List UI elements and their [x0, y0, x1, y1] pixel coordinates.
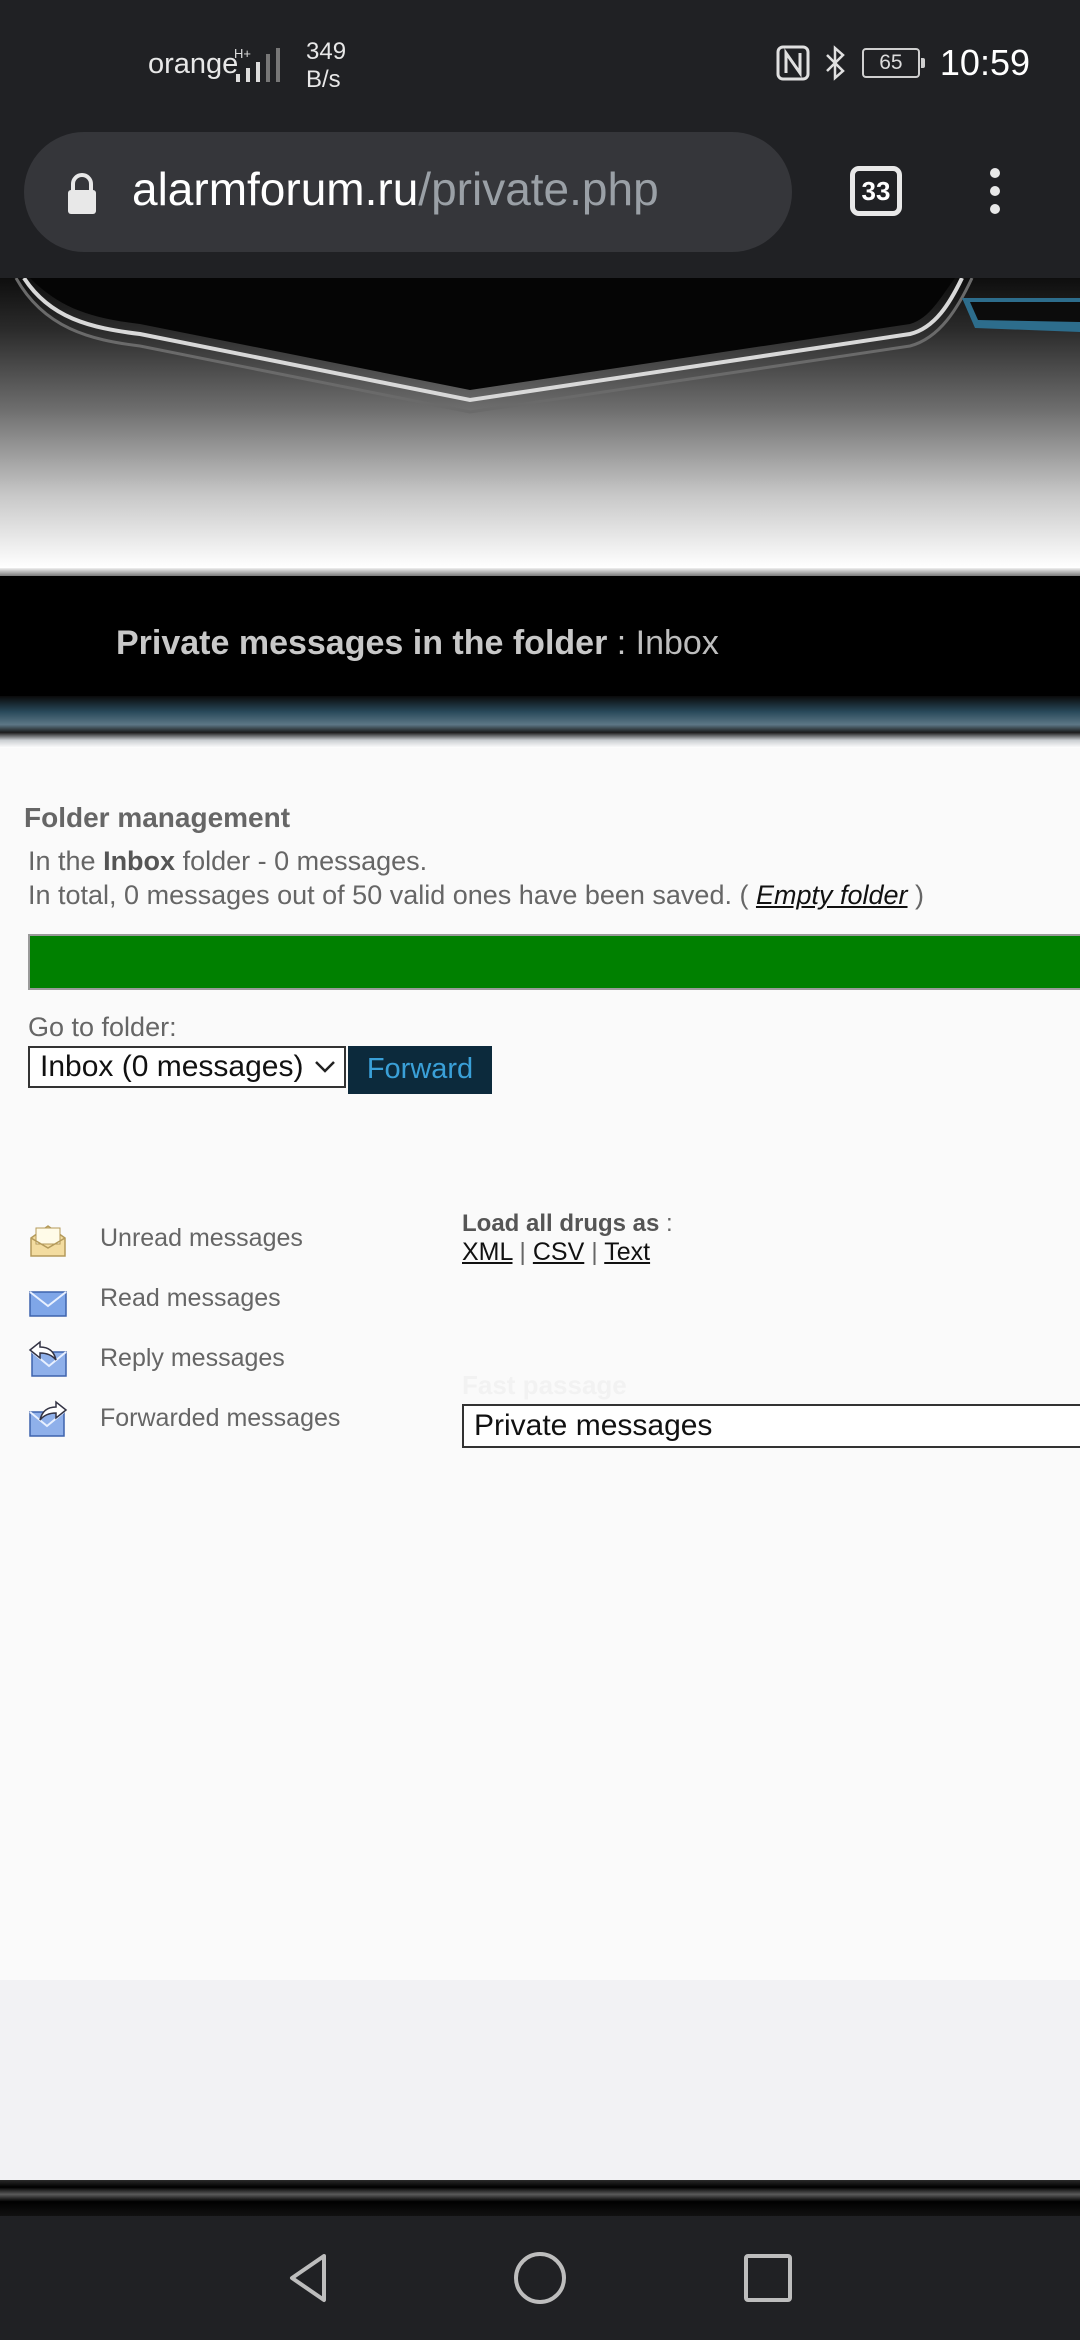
storage-progress-bar — [28, 934, 1080, 990]
network-speed: 349 B/s — [306, 38, 346, 94]
back-icon[interactable] — [280, 2248, 340, 2308]
export-separator: | — [584, 1238, 605, 1266]
url-domain: alarmforum.ru — [132, 163, 419, 215]
fast-passage-select[interactable]: Private messages — [462, 1404, 1080, 1448]
url-path: /private.php — [418, 163, 659, 215]
signal-strength-icon: H+ — [234, 46, 280, 82]
go-to-folder-label: Go to folder: — [28, 1012, 177, 1042]
bluetooth-icon — [826, 45, 845, 81]
page-title-separator: : — [607, 624, 636, 662]
reply-envelope-icon — [28, 1340, 67, 1377]
menu-dot-icon — [990, 168, 1000, 178]
folder-info-prefix: In the — [28, 846, 104, 876]
storage-summary-end: ) — [907, 880, 925, 910]
tab-switcher-button[interactable]: 33 — [850, 166, 902, 216]
status-bar: orange H+ 349 B/s 65 10:59 — [0, 0, 1080, 132]
export-text-link[interactable]: Text — [604, 1238, 650, 1266]
export-title-suffix: : — [659, 1210, 673, 1237]
folder-info-suffix: folder - 0 messages. — [175, 846, 428, 876]
svg-text:H+: H+ — [234, 46, 251, 61]
export-title: Load all drugs as : — [462, 1210, 673, 1238]
export-separator: | — [512, 1238, 533, 1266]
net-speed-unit: B/s — [306, 66, 341, 93]
header-banner-image — [0, 278, 1080, 568]
browser-toolbar: alarmforum.ru/private.php 33 — [0, 132, 1080, 278]
home-icon[interactable] — [510, 2248, 570, 2308]
export-xml-link[interactable]: XML — [462, 1238, 512, 1266]
storage-progress-fill — [30, 936, 1080, 988]
battery-indicator: 65 — [861, 48, 925, 78]
car-grille-graphic — [14, 278, 1080, 414]
battery-level: 65 — [879, 51, 903, 74]
url-text[interactable]: alarmforum.ru/private.php — [132, 162, 659, 216]
page-title: Private messages in the folder : Inbox — [116, 624, 719, 663]
carrier-name: orange — [148, 48, 239, 80]
empty-folder-link[interactable]: Empty folder — [756, 880, 908, 910]
legend-label: Read messages — [100, 1284, 281, 1312]
storage-summary-text: In total, 0 messages out of 50 valid one… — [28, 880, 756, 910]
fast-passage-label: Fast passage — [462, 1370, 627, 1400]
storage-summary: In total, 0 messages out of 50 valid one… — [28, 880, 924, 911]
folder-select-value: Inbox (0 messages) — [40, 1050, 304, 1083]
net-speed-value: 349 — [306, 38, 347, 65]
menu-dot-icon — [990, 186, 1000, 196]
legend-label: Forwarded messages — [100, 1404, 341, 1432]
folder-info-name: Inbox — [103, 846, 176, 876]
page-title-prefix: Private messages in the folder — [116, 624, 608, 662]
lock-icon — [68, 173, 96, 214]
menu-dot-icon — [990, 204, 1000, 214]
nfc-icon — [776, 45, 810, 81]
page-title-folder: Inbox — [635, 624, 719, 662]
system-navigation-bar — [0, 2216, 1080, 2340]
unread-envelope-icon — [30, 1225, 66, 1257]
read-envelope-icon — [29, 1291, 67, 1317]
footer-divider — [0, 2180, 1080, 2216]
folder-message-count: In the Inbox folder - 0 messages. — [28, 846, 427, 877]
legend-label: Reply messages — [100, 1344, 285, 1372]
forward-envelope-icon — [29, 1400, 68, 1437]
folder-select[interactable]: Inbox (0 messages) — [28, 1046, 346, 1088]
export-csv-link[interactable]: CSV — [533, 1238, 584, 1266]
browser-menu-button[interactable] — [980, 162, 1010, 222]
address-bar[interactable]: alarmforum.ru/private.php — [24, 132, 792, 252]
export-title-text: Load all drugs as — [462, 1210, 660, 1237]
legend-label: Unread messages — [100, 1224, 303, 1252]
page-title-band: Private messages in the folder : Inbox — [0, 568, 1080, 748]
recents-icon[interactable] — [738, 2248, 798, 2308]
forward-button[interactable]: Forward — [348, 1046, 492, 1094]
folder-management-title: Folder management — [24, 802, 291, 833]
clock: 10:59 — [939, 42, 1030, 83]
chevron-down-icon — [315, 1061, 335, 1073]
main-content: Folder management In the Inbox folder - … — [0, 748, 1080, 1980]
page-footer-area — [0, 1980, 1080, 2184]
fast-passage-value: Private messages — [474, 1409, 713, 1442]
export-links: XML | CSV | Text — [462, 1238, 650, 1267]
